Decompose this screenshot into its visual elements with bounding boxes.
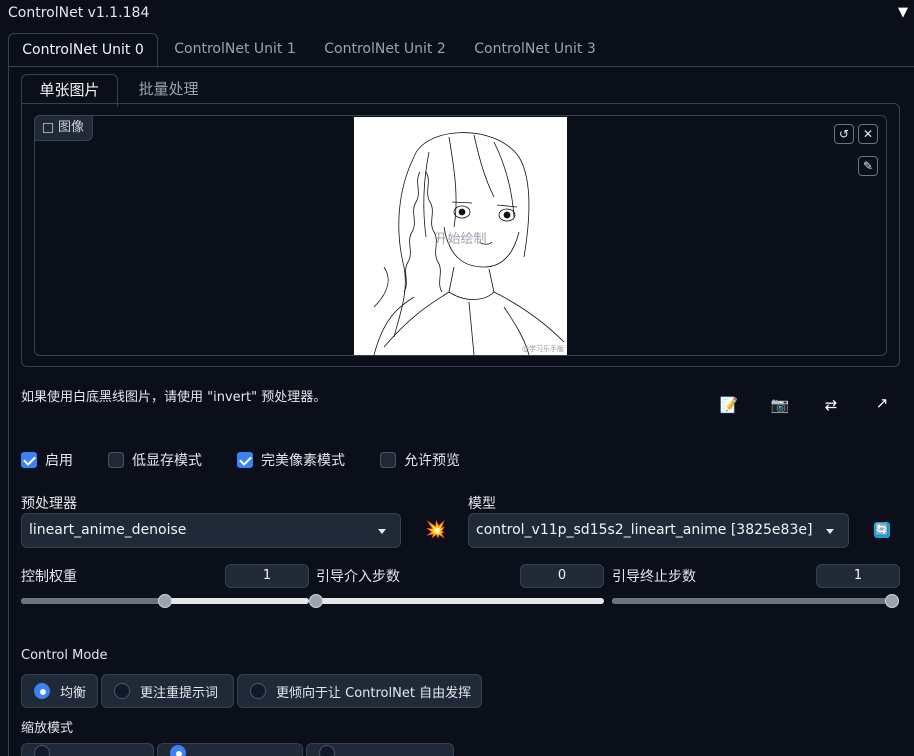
start-step-input[interactable]: 0 (520, 564, 604, 588)
slider-handle[interactable] (885, 594, 899, 608)
swap-icon[interactable]: ⇄ (821, 395, 841, 415)
panel-title: ControlNet v1.1.184 (8, 5, 150, 21)
end-step-input[interactable]: 1 (816, 564, 900, 588)
chevron-down-icon (378, 529, 386, 534)
tab-unit-0[interactable]: ControlNet Unit 0 (8, 33, 158, 68)
resize-option-1[interactable] (21, 743, 154, 756)
canvas-placeholder: 开始绘制 (434, 232, 487, 247)
checkbox-enable[interactable]: 启用 (21, 450, 73, 470)
model-select[interactable]: control_v11p_sd15s2_lineart_anime [3825e… (468, 513, 849, 548)
camera-icon[interactable]: 📷 (770, 395, 790, 415)
start-step-slider[interactable] (309, 594, 604, 608)
refresh-icon[interactable]: 🔄 (874, 522, 890, 538)
end-step-slider[interactable] (612, 594, 899, 608)
enable-checkbox[interactable] (21, 452, 37, 468)
chevron-down-icon (826, 529, 834, 534)
tab-unit-1[interactable]: ControlNet Unit 1 (160, 33, 310, 67)
slider-handle[interactable] (158, 594, 172, 608)
resize-option-2[interactable] (157, 743, 303, 756)
unit-tab-bar: ControlNet Unit 0 ControlNet Unit 1 Cont… (8, 33, 914, 68)
preprocessor-label: 预处理器 (21, 496, 77, 512)
weight-input[interactable]: 1 (225, 564, 309, 588)
pixel-perfect-checkbox[interactable] (237, 452, 253, 468)
tab-unit-3[interactable]: ControlNet Unit 3 (460, 33, 610, 67)
input-tab-bar: 单张图片 批量处理 (21, 74, 321, 107)
weight-slider[interactable] (21, 594, 309, 608)
slider-handle[interactable] (309, 594, 323, 608)
checkbox-allow-preview[interactable]: 允许预览 (380, 450, 460, 470)
preprocessor-select[interactable]: lineart_anime_denoise (21, 513, 401, 548)
end-step-label: 引导终止步数 (612, 569, 696, 585)
resize-mode-label: 缩放模式 (21, 721, 74, 736)
lowvram-checkbox[interactable] (108, 452, 124, 468)
invert-hint: 如果使用白底黑线图片，请使用 "invert" 预处理器。 (21, 390, 327, 405)
radio-balanced[interactable]: 均衡 (21, 674, 98, 708)
tab-batch[interactable]: 批量处理 (121, 74, 216, 106)
close-icon[interactable]: ✕ (858, 124, 878, 144)
radio-controlnet-important[interactable]: 更倾向于让 ControlNet 自由发挥 (237, 674, 482, 708)
control-mode-label: Control Mode (21, 648, 108, 663)
image-icon (43, 123, 53, 133)
allow-preview-checkbox[interactable] (380, 452, 396, 468)
send-dimensions-icon[interactable]: ↗ (872, 393, 892, 413)
model-label: 模型 (468, 496, 496, 512)
checkbox-pixel-perfect[interactable]: 完美像素模式 (237, 450, 345, 470)
brush-icon[interactable]: ✎ (858, 156, 878, 176)
tab-unit-2[interactable]: ControlNet Unit 2 (310, 33, 460, 67)
image-label: 图像 (34, 115, 94, 141)
run-preprocessor-icon[interactable]: 💥 (425, 520, 446, 540)
collapse-icon[interactable]: ▼ (898, 5, 908, 20)
resize-option-3[interactable] (306, 743, 454, 756)
edit-icon[interactable]: 📝 (719, 395, 739, 415)
checkbox-lowvram[interactable]: 低显存模式 (108, 450, 202, 470)
watermark-text: @学习乐手版 (522, 344, 564, 353)
weight-label: 控制权重 (21, 569, 77, 585)
radio-prompt-important[interactable]: 更注重提示词 (101, 674, 234, 708)
start-step-label: 引导介入步数 (316, 569, 400, 585)
reset-icon[interactable]: ↺ (834, 124, 854, 144)
